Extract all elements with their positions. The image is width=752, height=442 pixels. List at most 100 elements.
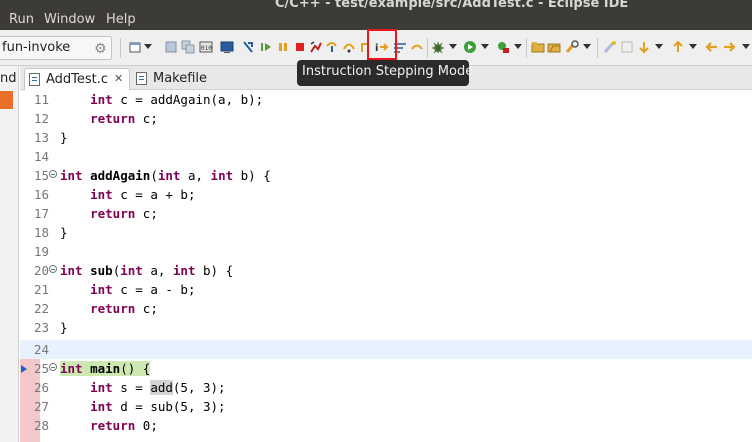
chevron-down-icon[interactable]	[689, 44, 697, 49]
launch-configuration-label: fun-invoke	[2, 40, 71, 55]
code-line-main: 25 int main() {	[20, 359, 752, 378]
debug-icon[interactable]	[431, 40, 445, 54]
step-over-icon[interactable]	[342, 40, 356, 54]
code-text: int main() {	[60, 361, 151, 376]
code-text: int s = add(5, 3);	[60, 380, 226, 395]
gear-icon[interactable]: ⚙	[94, 41, 107, 57]
line-number: 16	[33, 187, 49, 202]
code-line: 18 }	[20, 223, 752, 242]
code-rest: s =	[112, 380, 151, 395]
keyword: int	[120, 263, 143, 278]
next-annotation-icon[interactable]	[637, 40, 651, 54]
save-icon[interactable]	[164, 40, 178, 54]
chevron-down-icon[interactable]	[144, 44, 152, 49]
search-icon[interactable]	[565, 40, 579, 54]
tab-label: Makefile	[153, 71, 208, 86]
keyword: int	[90, 187, 113, 202]
step-into-icon[interactable]	[325, 40, 339, 54]
code-rest: () {	[120, 361, 151, 376]
keyword: int	[90, 399, 113, 414]
code-editor[interactable]: 11 int c = addAgain(a, b); 12 return c; …	[20, 90, 752, 442]
skip-breakpoints-icon[interactable]	[241, 40, 255, 54]
chevron-down-icon[interactable]	[742, 44, 750, 49]
line-number: 23	[33, 320, 49, 335]
chevron-down-icon[interactable]	[655, 44, 663, 49]
code-text: return c;	[60, 301, 158, 316]
line-number: 28	[33, 418, 49, 433]
resume-icon[interactable]	[259, 40, 273, 54]
chevron-down-icon[interactable]	[583, 44, 591, 49]
disconnect-icon[interactable]	[309, 40, 323, 54]
project-explorer-view[interactable]	[0, 66, 19, 442]
code-line: 23 }	[20, 318, 752, 337]
keyword: return	[90, 301, 136, 316]
toolbar-separator	[597, 38, 598, 58]
build-icon[interactable]: 010	[199, 40, 213, 54]
code-line: 17 return c;	[20, 204, 752, 223]
close-icon[interactable]: ✕	[114, 72, 123, 85]
menu-run[interactable]: Run	[9, 12, 34, 27]
function-name: main	[90, 361, 121, 376]
code-text: int sub(int a, int b) {	[60, 263, 234, 278]
forward-icon[interactable]	[723, 40, 737, 54]
function-name: sub	[90, 263, 113, 278]
fold-icon[interactable]	[49, 265, 57, 273]
toolbar-tooltip: Instruction Stepping Mode	[297, 60, 473, 86]
toggle-mark-occurrences-icon[interactable]	[603, 40, 617, 54]
open-project-icon[interactable]	[531, 40, 545, 54]
tab-addtest-c[interactable]: AddTest.c ✕	[24, 68, 130, 90]
new-icon[interactable]	[128, 40, 142, 54]
toggle-whitespace-icon[interactable]	[620, 40, 634, 54]
keyword: return	[90, 111, 136, 126]
line-number: 22	[33, 301, 49, 316]
code-text: int c = a + b;	[60, 187, 195, 202]
code-line: 14	[20, 147, 752, 166]
back-icon[interactable]	[704, 40, 718, 54]
menu-window[interactable]: Window	[44, 12, 95, 27]
terminate-icon[interactable]	[293, 40, 307, 54]
tab-makefile[interactable]: Makefile	[132, 68, 232, 90]
run-icon[interactable]	[463, 40, 477, 54]
reverse-debug-icon[interactable]	[410, 40, 424, 54]
open-folder-icon[interactable]	[547, 40, 561, 54]
external-tools-icon[interactable]	[496, 40, 510, 54]
save-all-icon[interactable]	[181, 40, 195, 54]
line-number: 19	[33, 244, 49, 259]
toolbar-separator	[120, 38, 121, 58]
chevron-down-icon[interactable]	[514, 44, 522, 49]
function-name: addAgain	[90, 168, 151, 183]
fold-icon[interactable]	[49, 363, 57, 371]
code-line: 12 return c;	[20, 109, 752, 128]
code-line: 11 int c = addAgain(a, b);	[20, 90, 752, 109]
toolbar-separator	[526, 38, 527, 58]
launch-configuration-combo[interactable]: fun-invoke ⚙	[0, 36, 112, 60]
line-number: 21	[33, 282, 49, 297]
keyword: return	[90, 206, 136, 221]
chevron-down-icon[interactable]	[449, 44, 457, 49]
left-view-text: nd	[0, 71, 17, 86]
keyword: int	[60, 361, 83, 376]
terminal-icon[interactable]	[220, 40, 234, 54]
line-number: 24	[33, 342, 49, 357]
code-line: 15 int addAgain(int a, int b) {	[20, 166, 752, 185]
code-line: 19	[20, 242, 752, 261]
menu-help[interactable]: Help	[106, 12, 136, 27]
code-line: 27 int d = sub(5, 3);	[20, 397, 752, 416]
line-number: 14	[33, 149, 49, 164]
keyword: int	[60, 263, 83, 278]
previous-annotation-icon[interactable]	[671, 40, 685, 54]
code-line: 28 return 0;	[20, 416, 752, 435]
chevron-down-icon[interactable]	[481, 44, 489, 49]
fold-icon[interactable]	[49, 170, 57, 178]
code-text: int c = addAgain(a, b);	[60, 92, 263, 107]
param: b) {	[195, 263, 234, 278]
code-text: }	[60, 225, 68, 240]
code-rest: (5, 3);	[172, 380, 226, 395]
suspend-icon[interactable]	[276, 40, 290, 54]
